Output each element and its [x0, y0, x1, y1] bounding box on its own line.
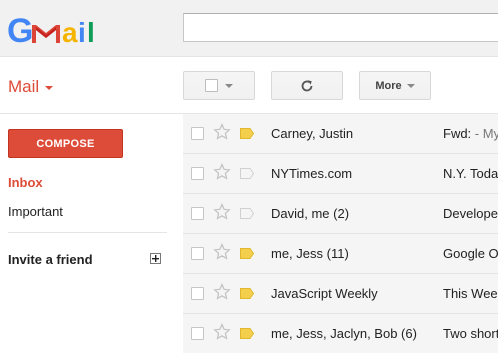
plus-icon[interactable] — [150, 253, 161, 264]
importance-marker-icon[interactable] — [240, 208, 254, 219]
importance-marker-icon[interactable] — [240, 128, 254, 139]
chevron-down-icon — [406, 83, 415, 88]
svg-text:l: l — [87, 17, 95, 48]
email-subject-line: N.Y. Toda — [443, 166, 498, 181]
row-checkbox[interactable] — [191, 167, 204, 180]
email-subject: This Wee — [443, 286, 498, 301]
star-icon[interactable] — [213, 163, 231, 181]
email-row[interactable]: me, Jess, Jaclyn, Bob (6) Two short — [183, 314, 498, 353]
sidebar-divider — [8, 232, 167, 233]
row-checkbox[interactable] — [191, 207, 204, 220]
star-icon[interactable] — [213, 123, 231, 141]
email-sender: David, me (2) — [271, 206, 350, 221]
star-icon[interactable] — [213, 323, 231, 341]
row-checkbox[interactable] — [191, 247, 204, 260]
select-dropdown-button[interactable] — [183, 71, 255, 100]
svg-text:i: i — [78, 17, 86, 48]
email-subject: N.Y. Toda — [443, 166, 498, 181]
email-row[interactable]: NYTimes.com N.Y. Toda — [183, 154, 498, 194]
svg-text:G: G — [7, 12, 33, 50]
mail-menu-button[interactable]: Mail — [8, 77, 54, 97]
email-row[interactable]: Carney, Justin Fwd: - My — [183, 114, 498, 154]
email-subject-line: Google O — [443, 246, 498, 261]
importance-marker-icon[interactable] — [240, 168, 254, 179]
chevron-down-icon — [45, 86, 54, 90]
row-checkbox[interactable] — [191, 327, 204, 340]
importance-marker-icon[interactable] — [240, 328, 254, 339]
email-subject-line: This Wee — [443, 286, 498, 301]
email-subject: Develope — [443, 206, 498, 221]
gmail-logo[interactable]: G a i l — [7, 9, 103, 51]
email-subject-line: Fwd: - My — [443, 126, 498, 141]
email-snippet: - My — [471, 126, 498, 141]
email-sender: me, Jess, Jaclyn, Bob (6) — [271, 326, 417, 341]
toolbar: Mail More — [0, 57, 498, 114]
top-bar: G a i l — [0, 0, 498, 57]
sidebar-item-inbox[interactable]: Inbox — [8, 175, 43, 190]
email-subject-line: Develope — [443, 206, 498, 221]
star-icon[interactable] — [213, 243, 231, 261]
invite-friend-link[interactable]: Invite a friend — [8, 252, 93, 267]
star-icon[interactable] — [213, 283, 231, 301]
email-subject: Fwd: — [443, 126, 472, 141]
select-all-checkbox[interactable] — [205, 79, 218, 92]
more-button[interactable]: More — [359, 71, 431, 100]
email-sender: JavaScript Weekly — [271, 286, 378, 301]
refresh-icon — [301, 79, 313, 91]
email-sender: NYTimes.com — [271, 166, 353, 181]
email-list: Carney, Justin Fwd: - My NYTimes.com N.Y… — [183, 114, 498, 353]
refresh-button[interactable] — [271, 71, 343, 100]
compose-button[interactable]: COMPOSE — [8, 129, 123, 158]
star-icon[interactable] — [213, 203, 231, 221]
svg-text:a: a — [62, 17, 78, 48]
email-subject: Google O — [443, 246, 498, 261]
email-row[interactable]: David, me (2) Develope — [183, 194, 498, 234]
plus-glyph — [152, 255, 159, 262]
mail-menu-label: Mail — [8, 77, 40, 96]
email-row[interactable]: JavaScript Weekly This Wee — [183, 274, 498, 314]
more-button-label: More — [375, 79, 402, 92]
sidebar-item-important[interactable]: Important — [8, 204, 63, 219]
email-row[interactable]: me, Jess (11) Google O — [183, 234, 498, 274]
chevron-down-icon — [225, 83, 233, 88]
search-input[interactable] — [183, 13, 498, 42]
importance-marker-icon[interactable] — [240, 248, 254, 259]
row-checkbox[interactable] — [191, 287, 204, 300]
importance-marker-icon[interactable] — [240, 288, 254, 299]
email-sender: me, Jess (11) — [271, 246, 349, 261]
email-subject-line: Two short — [443, 326, 498, 341]
email-subject: Two short — [443, 326, 498, 341]
row-checkbox[interactable] — [191, 127, 204, 140]
email-sender: Carney, Justin — [271, 126, 354, 141]
